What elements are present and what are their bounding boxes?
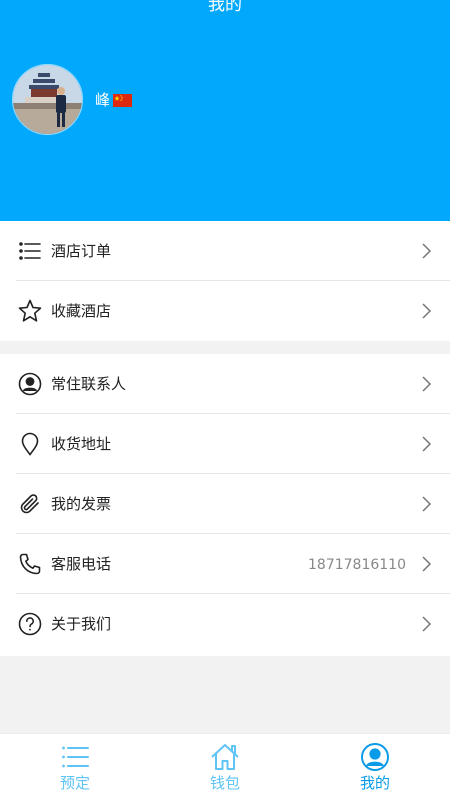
chevron-right-icon (422, 376, 432, 392)
list-icon (60, 742, 90, 772)
tab-label: 预定 (59, 774, 90, 792)
tab-mine[interactable]: 我的 (300, 734, 450, 800)
menu-item-label: 收货地址 (51, 435, 112, 453)
tab-booking[interactable]: 预定 (0, 734, 150, 800)
home-icon (210, 742, 240, 772)
china-flag-icon (113, 93, 133, 107)
menu-item-favorite-hotels[interactable]: 收藏酒店 (0, 281, 450, 341)
menu-item-label: 客服电话 (51, 555, 112, 573)
tab-wallet[interactable]: 钱包 (150, 734, 300, 800)
menu-item-invoices[interactable]: 我的发票 (0, 474, 450, 534)
menu-item-customer-service[interactable]: 客服电话 18717816110 (0, 534, 450, 594)
username: 峰 (95, 90, 133, 110)
star-icon (18, 299, 42, 323)
menu-item-label: 关于我们 (51, 615, 112, 633)
menu-item-label: 我的发票 (51, 495, 112, 513)
menu-item-about-us[interactable]: 关于我们 (0, 594, 450, 654)
chevron-right-icon (422, 303, 432, 319)
user-circle-icon (18, 372, 42, 396)
menu-item-hotel-orders[interactable]: 酒店订单 (0, 221, 450, 281)
list-icon (18, 239, 42, 263)
paperclip-icon (18, 492, 42, 516)
chevron-right-icon (422, 243, 432, 259)
menu-item-label: 常住联系人 (51, 375, 127, 393)
bottom-tab-bar: 预定 钱包 我的 (0, 733, 450, 800)
location-pin-icon (18, 432, 42, 456)
tab-label: 钱包 (209, 774, 240, 792)
chevron-right-icon (422, 436, 432, 452)
menu-group-orders: 酒店订单 收藏酒店 (0, 221, 450, 341)
profile-header: 我的 峰 (0, 0, 450, 221)
chevron-right-icon (422, 556, 432, 572)
chevron-right-icon (422, 616, 432, 632)
question-circle-icon (18, 612, 42, 636)
customer-service-phone-number: 18717816110 (308, 557, 406, 573)
page-title: 我的 (208, 0, 242, 15)
menu-item-contacts[interactable]: 常住联系人 (0, 354, 450, 414)
menu-item-shipping-address[interactable]: 收货地址 (0, 414, 450, 474)
phone-icon (18, 552, 42, 576)
user-circle-icon (360, 742, 390, 772)
tab-label: 我的 (359, 774, 390, 792)
menu-item-label: 酒店订单 (51, 242, 112, 260)
username-text: 峰 (95, 91, 111, 109)
avatar[interactable] (12, 64, 83, 135)
menu-item-label: 收藏酒店 (51, 302, 112, 320)
menu-group-settings: 常住联系人 收货地址 我的发票 客服电话 18717816110 关于我们 (0, 354, 450, 656)
chevron-right-icon (422, 496, 432, 512)
